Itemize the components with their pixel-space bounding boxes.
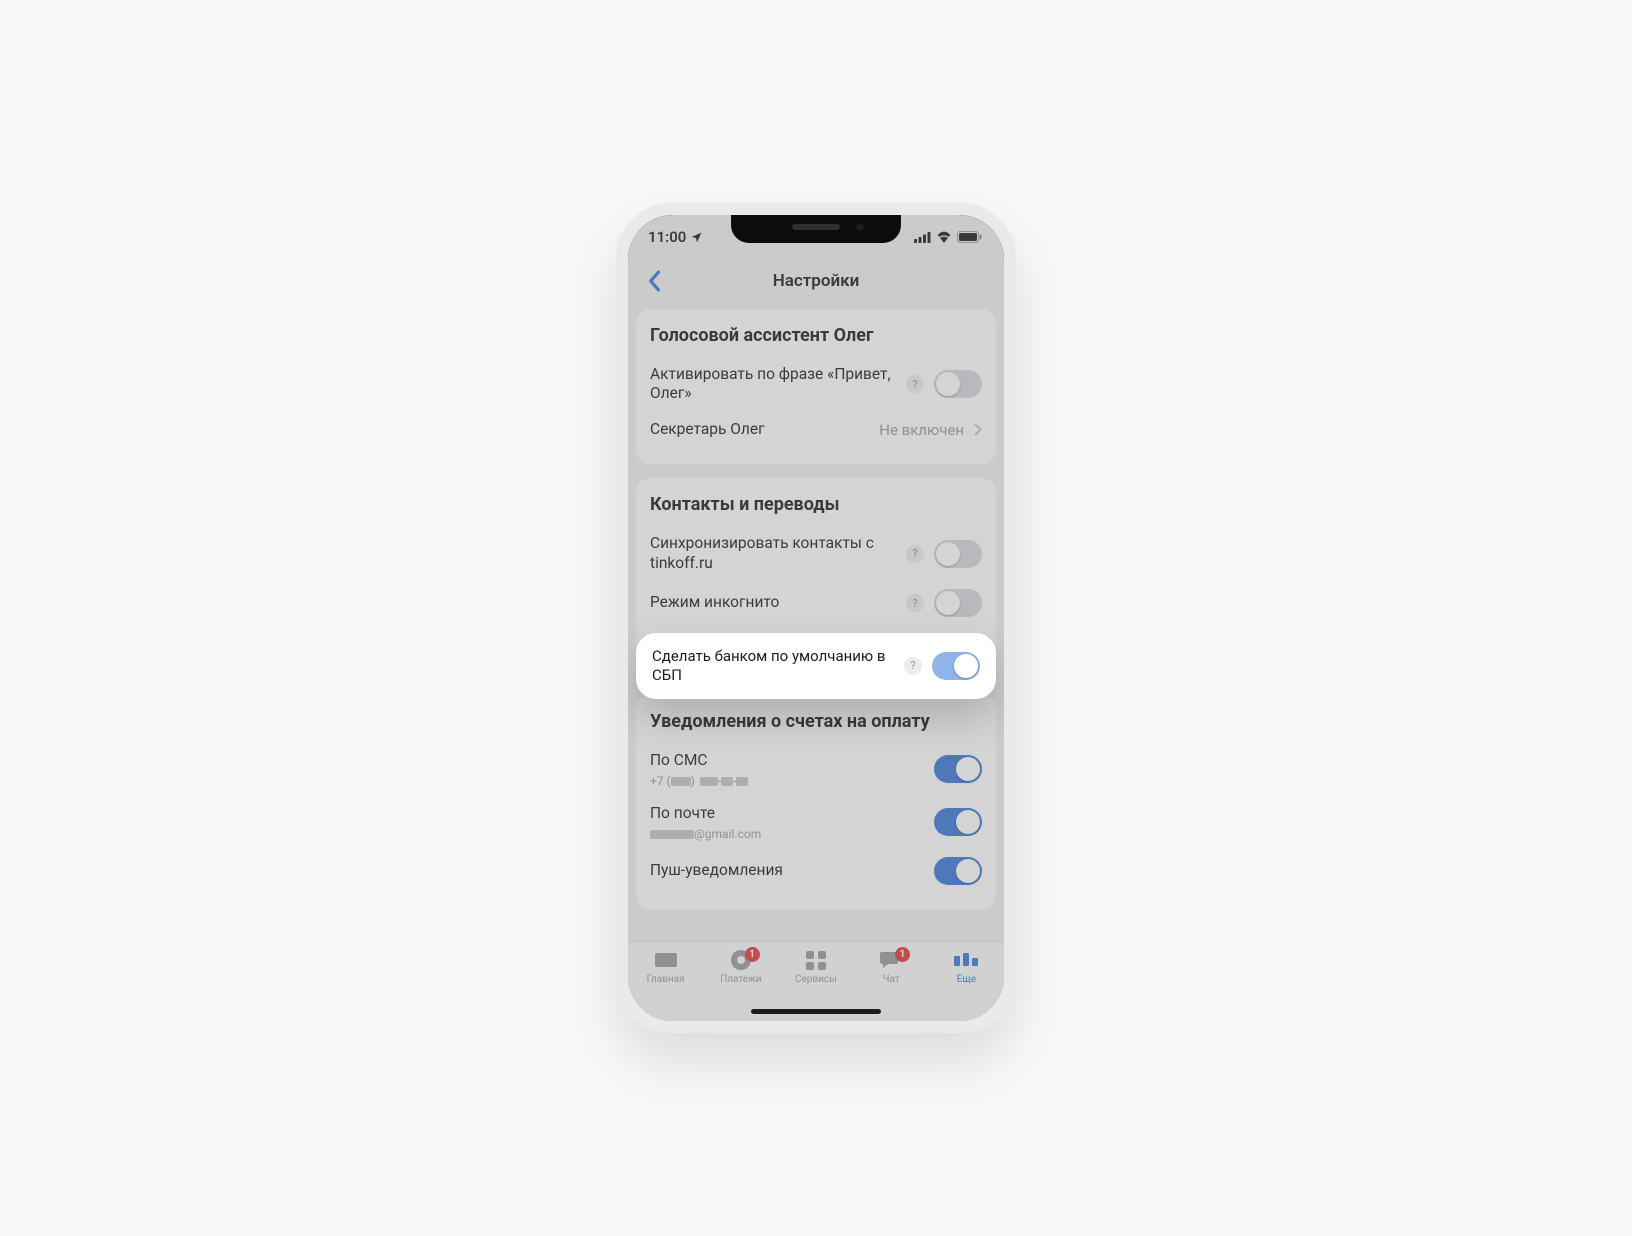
- front-camera: [856, 223, 864, 231]
- phone-bezel: 11:00: [628, 215, 1004, 1021]
- nav-title: Настройки: [773, 271, 860, 291]
- tab-services-label: Сервисы: [795, 974, 837, 985]
- email-suffix: @gmail.com: [694, 827, 761, 841]
- tab-home[interactable]: Главная: [628, 949, 703, 1021]
- speaker-grille: [792, 224, 840, 230]
- row-incognito: Режим инкогнито ?: [650, 581, 982, 625]
- toggle-email[interactable]: [934, 808, 982, 836]
- email-label: По почте: [650, 804, 926, 824]
- row-activate-phrase: Активировать по фразе «Привет, Олег» ?: [650, 357, 982, 413]
- contacts-title: Контакты и переводы: [650, 494, 982, 516]
- sbp-highlight-popover: Сделать банком по умолчанию в СБП ?: [636, 633, 996, 699]
- help-icon[interactable]: ?: [906, 375, 924, 393]
- status-left: 11:00: [648, 228, 703, 246]
- battery-icon: [957, 231, 982, 243]
- row-push: Пуш-уведомления: [650, 849, 982, 893]
- tab-more[interactable]: Еще: [929, 949, 1004, 1021]
- redacted: [650, 830, 694, 839]
- row-secretary[interactable]: Секретарь Олег Не включен: [650, 412, 982, 448]
- tab-payments-label: Платежи: [720, 974, 761, 985]
- tab-more-label: Еще: [957, 974, 976, 985]
- home-icon: [652, 949, 680, 971]
- assistant-title: Голосовой ассистент Олег: [650, 325, 982, 347]
- help-icon[interactable]: ?: [904, 657, 922, 675]
- back-button[interactable]: [636, 263, 672, 299]
- sync-contacts-label: Синхронизировать контакты с tinkoff.ru: [650, 534, 898, 574]
- badge-chat: 1: [895, 947, 910, 962]
- row-sync-contacts: Синхронизировать контакты с tinkoff.ru ?: [650, 526, 982, 582]
- status-right: [914, 231, 982, 243]
- redacted: [671, 777, 691, 786]
- location-icon: [690, 231, 703, 244]
- redacted: [721, 777, 733, 786]
- more-icon: [952, 949, 980, 971]
- phone-frame: 11:00: [616, 203, 1016, 1033]
- incognito-label: Режим инкогнито: [650, 593, 898, 613]
- badge-payments: 1: [745, 947, 760, 962]
- email-sub: @gmail.com: [650, 827, 926, 841]
- sms-prefix: +7 (: [650, 774, 671, 788]
- status-time: 11:00: [648, 228, 686, 246]
- sms-sub: +7 () --: [650, 774, 926, 788]
- wifi-icon: [936, 231, 952, 243]
- redacted: [736, 777, 748, 786]
- help-icon[interactable]: ?: [906, 545, 924, 563]
- push-label: Пуш-уведомления: [650, 861, 926, 881]
- sms-label: По СМС: [650, 751, 926, 771]
- tab-chat-label: Чат: [883, 974, 900, 985]
- screen: 11:00: [628, 215, 1004, 1021]
- toggle-activate-phrase[interactable]: [934, 370, 982, 398]
- toggle-incognito[interactable]: [934, 589, 982, 617]
- toggle-sms[interactable]: [934, 755, 982, 783]
- sbp-label: Сделать банком по умолчанию в СБП: [652, 647, 894, 685]
- cellular-icon: [914, 232, 931, 243]
- home-indicator[interactable]: [751, 1009, 881, 1014]
- secretary-label: Секретарь Олег: [650, 420, 871, 440]
- row-email: По почте @gmail.com: [650, 796, 982, 849]
- toggle-push[interactable]: [934, 857, 982, 885]
- notifications-card: Уведомления о счетах на оплату По СМС +7…: [636, 695, 996, 908]
- nav-bar: Настройки: [628, 259, 1004, 303]
- help-icon[interactable]: ?: [906, 594, 924, 612]
- secretary-value: Не включен: [879, 421, 964, 439]
- activate-phrase-label: Активировать по фразе «Привет, Олег»: [650, 365, 898, 405]
- tab-home-label: Главная: [647, 974, 685, 985]
- row-sms: По СМС +7 () --: [650, 743, 982, 796]
- assistant-card: Голосовой ассистент Олег Активировать по…: [636, 309, 996, 464]
- services-icon: [802, 949, 830, 971]
- sms-suffix: ): [691, 774, 695, 788]
- toggle-sync-contacts[interactable]: [934, 540, 982, 568]
- notifications-title: Уведомления о счетах на оплату: [650, 711, 982, 733]
- redacted: [700, 777, 718, 786]
- notch: [731, 215, 901, 243]
- content: Голосовой ассистент Олег Активировать по…: [628, 303, 1004, 941]
- chevron-right-icon: [974, 421, 982, 440]
- toggle-sbp-default[interactable]: [932, 652, 980, 680]
